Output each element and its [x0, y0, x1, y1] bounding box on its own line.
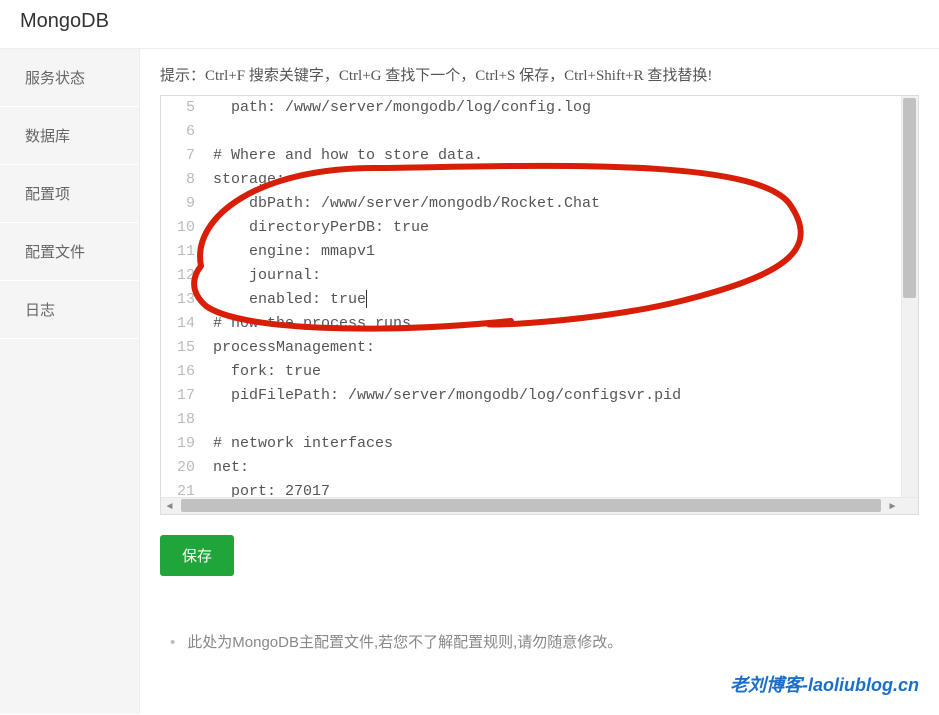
line-number: 9: [161, 192, 195, 216]
code-line[interactable]: # network interfaces: [213, 432, 918, 456]
line-number: 14: [161, 312, 195, 336]
sidebar-item-config-options[interactable]: 配置项: [0, 165, 139, 223]
watermark: 老刘博客-laoliublog.cn: [730, 671, 919, 697]
sidebar-item-database[interactable]: 数据库: [0, 107, 139, 165]
content-area: 提示：Ctrl+F 搜索关键字，Ctrl+G 查找下一个，Ctrl+S 保存，C…: [140, 49, 939, 714]
line-number: 13: [161, 288, 195, 312]
code-line[interactable]: dbPath: /www/server/mongodb/Rocket.Chat: [213, 192, 918, 216]
scroll-left-arrow-icon[interactable]: ◄: [161, 498, 178, 515]
code-line[interactable]: # Where and how to store data.: [213, 144, 918, 168]
code-line[interactable]: enabled: true: [213, 288, 918, 312]
line-number: 15: [161, 336, 195, 360]
horizontal-scrollbar[interactable]: ◄ ►: [161, 497, 918, 514]
vertical-scrollbar[interactable]: [901, 96, 918, 497]
code-text-area[interactable]: path: /www/server/mongodb/log/config.log…: [203, 96, 918, 504]
sidebar-item-config-file[interactable]: 配置文件: [0, 223, 139, 281]
hint-text: 提示：Ctrl+F 搜索关键字，Ctrl+G 查找下一个，Ctrl+S 保存，C…: [160, 64, 919, 85]
code-editor[interactable]: 56789101112131415161718192021 path: /www…: [160, 95, 919, 515]
line-number: 17: [161, 384, 195, 408]
horizontal-scrollbar-thumb[interactable]: [181, 499, 881, 512]
line-number: 7: [161, 144, 195, 168]
sidebar-item-label: 日志: [25, 302, 55, 319]
footer-note: 此处为MongoDB主配置文件,若您不了解配置规则,请勿随意修改。: [160, 631, 919, 652]
code-line[interactable]: pidFilePath: /www/server/mongodb/log/con…: [213, 384, 918, 408]
app-header: MongoDB: [0, 0, 939, 49]
sidebar-item-status[interactable]: 服务状态: [0, 49, 139, 107]
sidebar-item-label: 配置文件: [25, 244, 85, 261]
sidebar-item-logs[interactable]: 日志: [0, 281, 139, 339]
code-line[interactable]: # how the process runs: [213, 312, 918, 336]
line-number: 10: [161, 216, 195, 240]
line-number: 20: [161, 456, 195, 480]
sidebar-item-label: 服务状态: [25, 70, 85, 87]
line-number: 19: [161, 432, 195, 456]
code-line[interactable]: [213, 408, 918, 432]
save-button[interactable]: 保存: [160, 535, 234, 576]
line-number: 12: [161, 264, 195, 288]
line-number: 18: [161, 408, 195, 432]
code-line[interactable]: net:: [213, 456, 918, 480]
code-line[interactable]: fork: true: [213, 360, 918, 384]
line-number: 5: [161, 96, 195, 120]
page-title: MongoDB: [20, 10, 919, 33]
code-line[interactable]: engine: mmapv1: [213, 240, 918, 264]
line-number: 16: [161, 360, 195, 384]
line-number-gutter: 56789101112131415161718192021: [161, 96, 203, 504]
sidebar-item-label: 数据库: [25, 128, 70, 145]
code-line[interactable]: [213, 120, 918, 144]
vertical-scrollbar-thumb[interactable]: [903, 98, 916, 298]
line-number: 8: [161, 168, 195, 192]
code-line[interactable]: directoryPerDB: true: [213, 216, 918, 240]
scroll-right-arrow-icon[interactable]: ►: [884, 498, 901, 515]
line-number: 6: [161, 120, 195, 144]
code-line[interactable]: journal:: [213, 264, 918, 288]
text-cursor: [366, 290, 367, 308]
sidebar: 服务状态 数据库 配置项 配置文件 日志: [0, 49, 140, 714]
main-container: 服务状态 数据库 配置项 配置文件 日志 提示：Ctrl+F 搜索关键字，Ctr…: [0, 49, 939, 714]
code-line[interactable]: storage:: [213, 168, 918, 192]
sidebar-item-label: 配置项: [25, 186, 70, 203]
line-number: 11: [161, 240, 195, 264]
code-line[interactable]: path: /www/server/mongodb/log/config.log: [213, 96, 918, 120]
code-line[interactable]: processManagement:: [213, 336, 918, 360]
